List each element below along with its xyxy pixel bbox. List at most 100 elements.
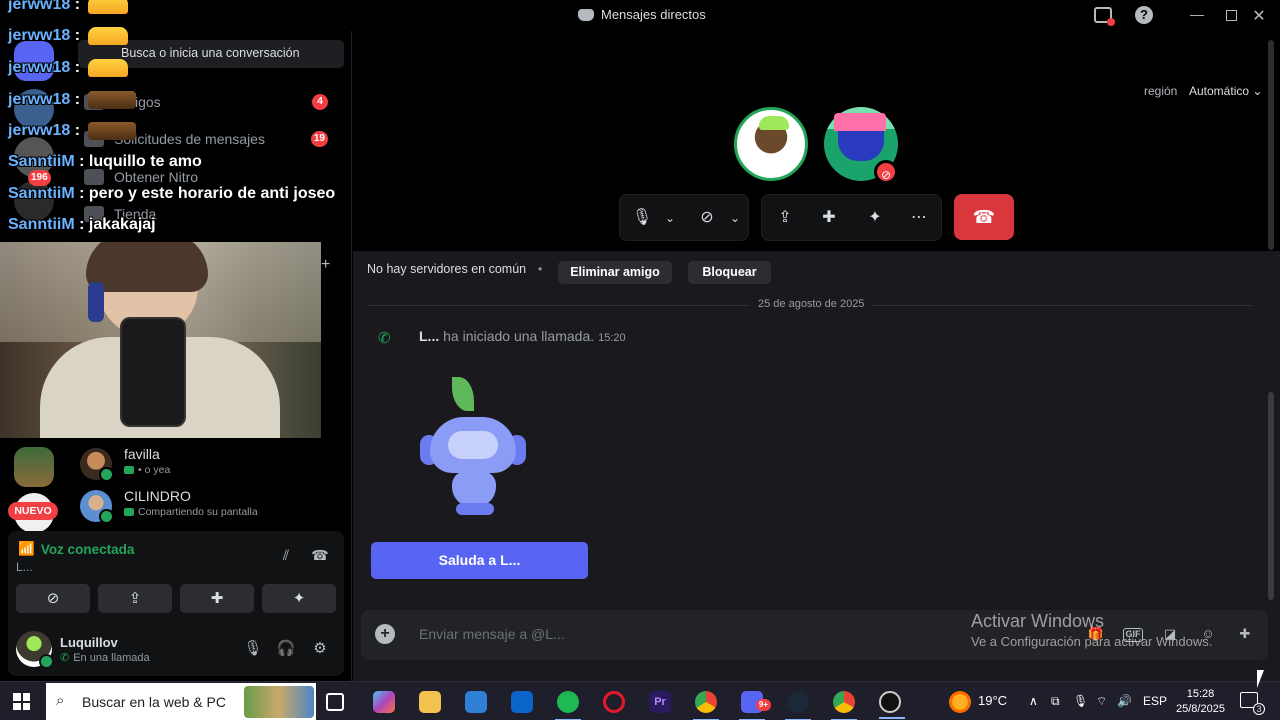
wave-button[interactable]: Saluda a L... — [371, 542, 588, 579]
chat-message: : — [74, 185, 85, 202]
dm-list-item[interactable]: CILINDRO Compartiendo su pantalla — [80, 486, 344, 526]
user-panel: Luquillov ✆ En una llamada 🎙 🎧 ⚙ — [8, 630, 344, 676]
task-view-icon[interactable] — [326, 693, 344, 711]
phone-icon: ✆ — [60, 652, 70, 664]
soundboard-icon: ✦ — [292, 590, 306, 607]
chevron-down-icon[interactable]: ⌄ — [724, 207, 746, 229]
store-icon[interactable] — [465, 691, 487, 713]
volume-icon[interactable]: 🔊 — [1117, 694, 1132, 708]
activity-button[interactable]: ✚ — [180, 584, 254, 613]
phone — [120, 317, 186, 427]
sidebar-item-label: Solicitudes de mensajes — [114, 131, 265, 147]
message-timestamp: 15:20 — [598, 332, 626, 344]
disconnect-icon[interactable]: ☎ — [310, 547, 330, 567]
emote-icon — [87, 59, 128, 77]
discord-taskbar-icon[interactable]: 9+ — [739, 691, 771, 720]
chat-username: jerww18 — [8, 59, 71, 77]
message-input[interactable]: Enviar mensaje a @L... — [419, 626, 565, 642]
taskbar-search-input[interactable]: ⌕ Buscar en la web & PC — [46, 683, 316, 720]
soundboard-icon[interactable]: ✦ — [864, 207, 886, 229]
call-participant-avatar[interactable] — [734, 107, 808, 181]
wumpus-leaf — [452, 377, 474, 411]
windows-activation-watermark: Activar Windows Ve a Configuración para … — [971, 611, 1212, 649]
chat-username: SanntiiM — [8, 153, 75, 170]
copilot-icon[interactable] — [373, 691, 395, 713]
remove-friend-button[interactable]: Eliminar amigo — [558, 261, 672, 284]
block-button[interactable]: Bloquear — [688, 261, 771, 284]
wifi-icon[interactable]: ⌔ — [1096, 694, 1107, 709]
microphone-icon[interactable]: 🎙 — [631, 207, 653, 229]
more-icon[interactable]: ⋯ — [908, 207, 930, 229]
wumpus-face — [448, 431, 498, 459]
friends-badge: 4 — [312, 94, 328, 110]
dm-list-item[interactable]: favilla • o yea — [80, 444, 344, 484]
watermark-subtitle: Ve a Configuración para activar Windows. — [971, 634, 1213, 649]
message-author[interactable]: L... — [419, 328, 439, 344]
inbox-icon[interactable] — [1094, 7, 1115, 26]
chevron-down-icon[interactable]: ⌄ — [659, 207, 681, 229]
soundboard-button[interactable]: ✦ — [262, 584, 336, 613]
help-icon[interactable]: ? — [1135, 6, 1153, 24]
sidebar-item-label: Obtener Nitro — [114, 169, 199, 185]
weather-icon[interactable] — [949, 691, 971, 713]
dm-status-text: • o yea — [138, 464, 171, 476]
spotify-icon[interactable] — [555, 691, 581, 720]
create-dm-icon[interactable]: + — [321, 256, 330, 274]
chat-separator: : — [70, 91, 81, 109]
headphones-icon[interactable]: 🎧 — [276, 639, 296, 659]
close-button[interactable]: ✕ — [1252, 6, 1266, 26]
windows-start-icon[interactable] — [13, 693, 30, 710]
weather-temp[interactable]: 19°C — [978, 693, 1007, 708]
chat-username: jerww18 — [8, 27, 71, 45]
server-mention-badge: 196 — [28, 170, 51, 186]
chat-message: jakakajaj — [84, 216, 156, 233]
voice-channel-name: L... — [16, 560, 33, 574]
screen-share-icon[interactable]: ⇪ — [774, 207, 796, 229]
chrome-icon[interactable] — [693, 691, 719, 720]
attach-icon[interactable]: + — [375, 624, 395, 644]
dm-name: favilla — [124, 446, 160, 462]
scrollbar[interactable] — [1268, 40, 1274, 250]
share-screen-button[interactable]: ⇪ — [98, 584, 172, 613]
microphone-icon[interactable]: 🎙 — [1073, 694, 1088, 708]
microphone-icon[interactable]: 🎙 — [243, 639, 263, 659]
signal-icon: 📶 — [18, 541, 35, 556]
scrollbar[interactable] — [1268, 392, 1274, 600]
voice-connected-status[interactable]: 📶 Voz conectada — [18, 541, 134, 557]
premiere-icon[interactable]: Pr — [649, 691, 671, 713]
gamepad-icon[interactable]: ✚ — [818, 207, 840, 229]
outlook-icon[interactable] — [511, 691, 533, 713]
meet-now-icon[interactable]: ⧉ — [1051, 694, 1060, 709]
window-title: Mensajes directos — [578, 7, 706, 22]
hang-up-button[interactable]: ☎ — [954, 194, 1014, 240]
camera-off-button[interactable]: ⊘ — [16, 584, 90, 613]
taskbar: ⌕ Buscar en la web & PC Pr 9+ 19°C ∧ ⧉ 🎙… — [0, 681, 1280, 720]
chat-separator: : — [70, 122, 81, 140]
chevron-up-icon[interactable]: ∧ — [1029, 694, 1038, 708]
opera-icon[interactable] — [603, 691, 625, 713]
minimize-button[interactable]: — — [1190, 6, 1204, 26]
chrome-icon[interactable] — [831, 691, 857, 720]
wumpus-body — [452, 471, 496, 507]
taskbar-clock[interactable]: 15:28 25/8/2025 — [1176, 687, 1225, 717]
region-label: región — [1144, 84, 1178, 98]
gamepad-icon[interactable]: ✚ — [1235, 626, 1255, 644]
camera-off-icon[interactable]: ⊘ — [696, 207, 718, 229]
chat-separator: : — [70, 27, 81, 45]
webcam-overlay — [0, 242, 321, 438]
maximize-button[interactable] — [1226, 10, 1237, 21]
region-select[interactable]: Automático ⌄ — [1189, 84, 1262, 98]
server-icon[interactable] — [14, 447, 54, 487]
steam-icon[interactable] — [785, 691, 811, 720]
notifications-icon[interactable]: 3 — [1240, 692, 1265, 715]
file-explorer-icon[interactable] — [419, 691, 441, 713]
gear-icon[interactable]: ⚙ — [310, 639, 330, 659]
noise-suppression-icon[interactable]: ⫽ — [276, 547, 296, 567]
watermark-title: Activar Windows — [971, 611, 1105, 631]
search-highlight-image — [244, 686, 314, 718]
clock-date: 25/8/2025 — [1176, 703, 1225, 715]
phone-icon: ✆ — [378, 330, 391, 347]
avatar[interactable] — [16, 631, 54, 669]
obs-icon[interactable] — [879, 691, 905, 719]
language-indicator[interactable]: ESP — [1143, 694, 1167, 708]
